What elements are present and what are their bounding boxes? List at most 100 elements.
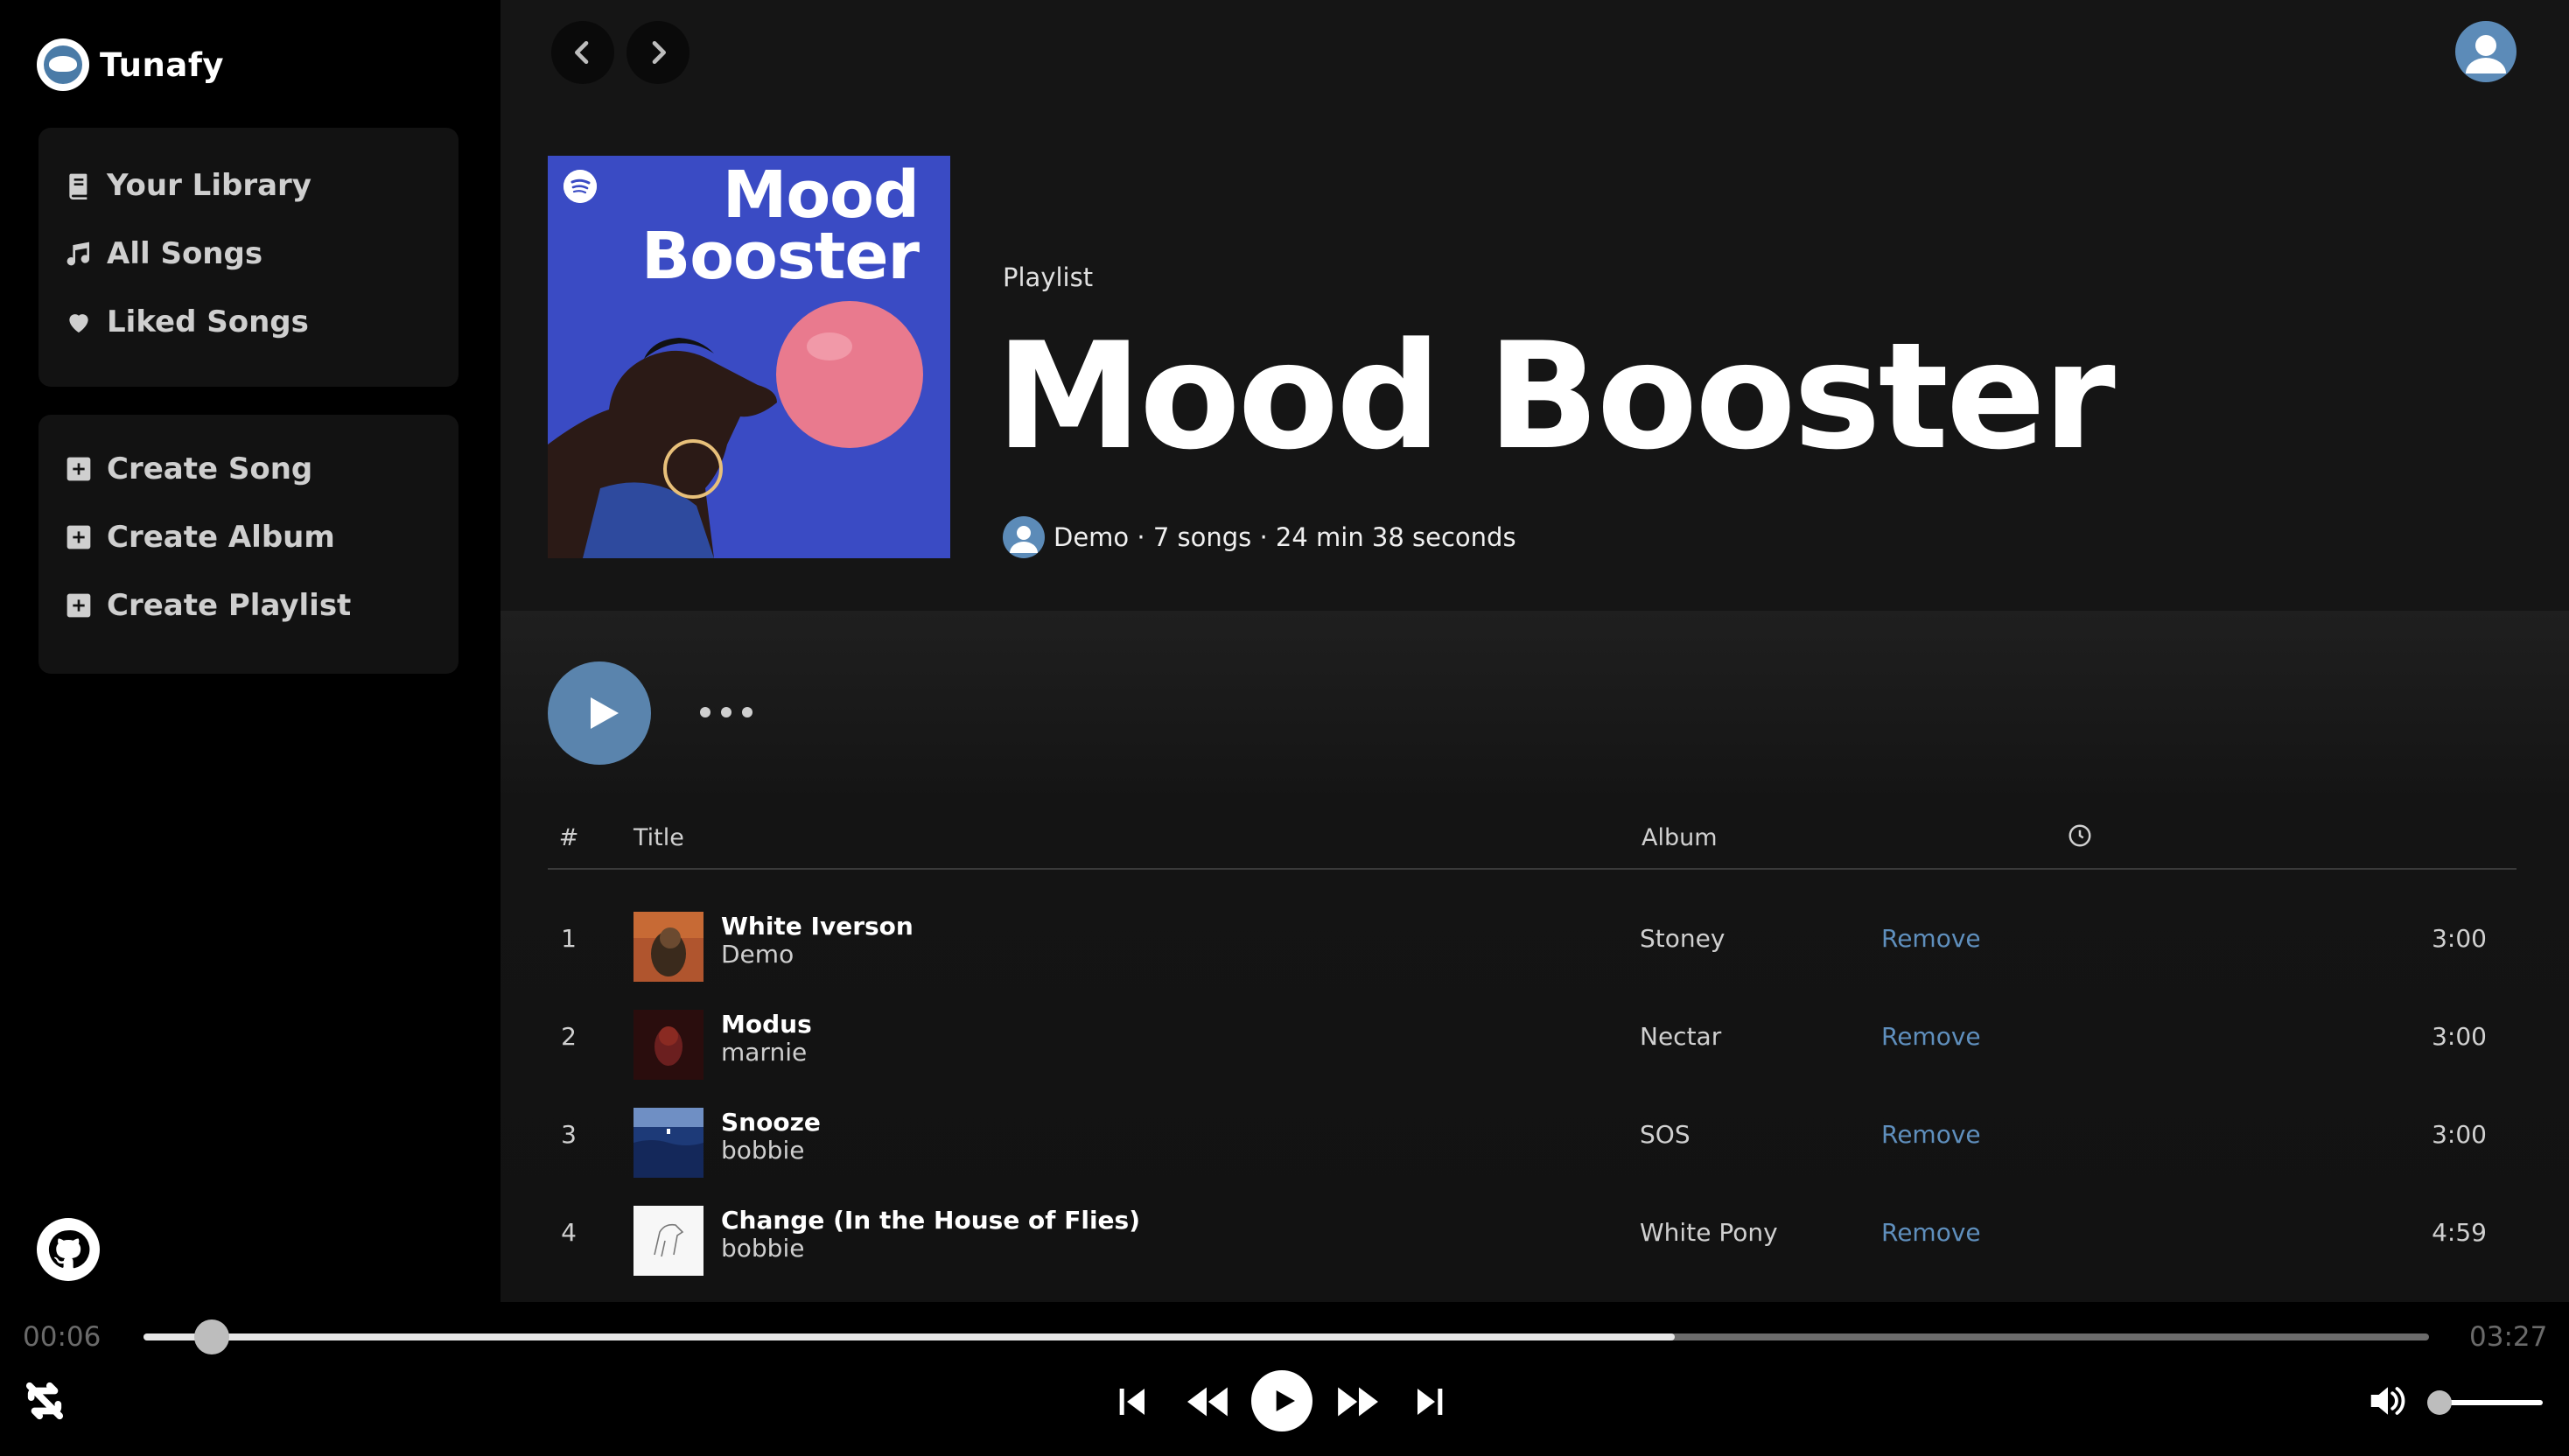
player-bar: 00:06 03:27 — [0, 1302, 2569, 1456]
dot — [700, 707, 710, 718]
sidebar-item-label: Create Playlist — [107, 588, 352, 623]
main-content: Mood Booster Playlist Mood Booster Demo … — [500, 0, 2569, 1302]
create-panel: Create Song Create Album Create Playlist — [38, 415, 458, 674]
sidebar-item-label: Your Library — [107, 168, 312, 203]
skip-next-button[interactable] — [1410, 1381, 1451, 1423]
app-logo[interactable]: Tunafy — [37, 38, 224, 91]
seek-buffered — [144, 1334, 1675, 1340]
owner-avatar-icon — [1003, 516, 1045, 558]
sidebar-item-create-song[interactable]: Create Song — [63, 452, 312, 486]
table-row[interactable]: 4 Change (In the House of Flies) bobbie … — [548, 1188, 2516, 1279]
track-album[interactable]: Stoney — [1640, 924, 1725, 953]
nav-panel: Your Library All Songs Liked Songs — [38, 128, 458, 387]
playlist-cover: Mood Booster — [548, 156, 950, 558]
track-artist[interactable]: bobbie — [721, 1136, 804, 1165]
track-number: 4 — [561, 1218, 577, 1247]
fast-forward-icon — [1338, 1387, 1378, 1417]
track-number: 1 — [561, 924, 577, 953]
current-time: 00:06 — [23, 1321, 102, 1353]
user-icon — [2466, 35, 2506, 74]
plus-square-icon — [63, 522, 94, 553]
play-icon — [591, 697, 619, 729]
volume-icon — [2370, 1387, 2405, 1415]
track-artist[interactable]: Demo — [721, 940, 794, 969]
repeat-off-button[interactable] — [24, 1381, 65, 1421]
track-artist[interactable]: bobbie — [721, 1234, 804, 1263]
tracklist-header: # Title Album — [548, 814, 2516, 870]
fast-forward-button[interactable] — [1334, 1381, 1384, 1423]
playlist-type-label: Playlist — [1003, 262, 1094, 292]
remove-button[interactable]: Remove — [1881, 1022, 1981, 1051]
track-duration: 4:59 — [2432, 1218, 2487, 1247]
sidebar-item-label: Create Album — [107, 520, 335, 555]
user-avatar[interactable] — [2455, 21, 2516, 82]
back-button[interactable] — [551, 21, 614, 84]
track-thumbnail — [634, 912, 704, 982]
playlist-header: Mood Booster Playlist Mood Booster Demo … — [500, 0, 2569, 611]
sidebar-item-create-playlist[interactable]: Create Playlist — [63, 588, 351, 623]
table-row[interactable]: 3 Snooze bobbie SOS Remove 3:00 — [548, 1090, 2516, 1181]
track-number: 3 — [561, 1120, 577, 1149]
total-time: 03:27 — [2469, 1321, 2548, 1353]
track-album[interactable]: SOS — [1640, 1120, 1690, 1149]
track-title[interactable]: Change (In the House of Flies) — [721, 1206, 1140, 1235]
sidebar-item-create-album[interactable]: Create Album — [63, 520, 335, 555]
cover-title-line: Booster — [640, 219, 920, 294]
skip-previous-button[interactable] — [1111, 1381, 1152, 1423]
clock-icon — [2067, 822, 2093, 855]
track-number: 2 — [561, 1022, 577, 1051]
repeat-off-icon — [25, 1382, 64, 1420]
play-pause-button[interactable] — [1251, 1370, 1312, 1432]
header-title: Title — [634, 824, 684, 851]
sidebar-item-label: Liked Songs — [107, 304, 309, 340]
playlist-meta: Demo · 7 songs · 24 min 38 seconds — [1003, 516, 1516, 558]
plus-square-icon — [63, 453, 94, 485]
track-duration: 3:00 — [2432, 1120, 2487, 1149]
skip-next-icon — [1418, 1389, 1443, 1415]
github-icon[interactable] — [37, 1218, 100, 1281]
remove-button[interactable]: Remove — [1881, 1120, 1981, 1149]
track-title[interactable]: White Iverson — [721, 912, 914, 941]
track-title[interactable]: Modus — [721, 1010, 812, 1039]
cover-title-line: Mood — [722, 158, 920, 233]
playlist-meta-text: Demo · 7 songs · 24 min 38 seconds — [1054, 522, 1516, 552]
volume-handle[interactable] — [2427, 1390, 2452, 1415]
header-number: # — [558, 824, 579, 851]
forward-button[interactable] — [626, 21, 690, 84]
dot — [742, 707, 752, 718]
play-playlist-button[interactable] — [548, 662, 651, 765]
table-row[interactable]: 1 White Iverson Demo Stoney Remove 3:00 — [548, 894, 2516, 985]
track-thumbnail — [634, 1010, 704, 1080]
track-album[interactable]: Nectar — [1640, 1022, 1721, 1051]
more-options-button[interactable] — [700, 693, 752, 732]
track-duration: 3:00 — [2432, 924, 2487, 953]
volume-button[interactable] — [2368, 1382, 2408, 1419]
sidebar-item-all-songs[interactable]: All Songs — [63, 236, 262, 271]
book-icon — [63, 170, 94, 201]
heart-icon — [63, 306, 94, 338]
spotify-icon — [564, 170, 597, 203]
sidebar-item-label: All Songs — [107, 236, 263, 271]
remove-button[interactable]: Remove — [1881, 1218, 1981, 1247]
sidebar-item-your-library[interactable]: Your Library — [63, 168, 312, 203]
seek-bar[interactable] — [144, 1320, 2429, 1354]
track-title[interactable]: Snooze — [721, 1108, 821, 1137]
music-note-icon — [63, 238, 94, 270]
rewind-icon — [1187, 1387, 1228, 1417]
volume-slider[interactable] — [2427, 1390, 2543, 1415]
rewind-button[interactable] — [1181, 1381, 1232, 1423]
track-thumbnail — [634, 1108, 704, 1178]
track-album[interactable]: White Pony — [1640, 1218, 1778, 1247]
sidebar-item-label: Create Song — [107, 452, 313, 486]
chevron-left-icon — [575, 41, 589, 64]
sidebar-item-liked-songs[interactable]: Liked Songs — [63, 304, 309, 340]
remove-button[interactable]: Remove — [1881, 924, 1981, 953]
play-icon — [1276, 1390, 1295, 1411]
header-album: Album — [1642, 824, 1718, 851]
skip-previous-icon — [1119, 1389, 1144, 1415]
seek-handle[interactable] — [194, 1320, 229, 1354]
track-artist[interactable]: marnie — [721, 1038, 807, 1067]
track-thumbnail — [634, 1206, 704, 1276]
cover-title: Mood Booster — [640, 158, 920, 294]
table-row[interactable]: 2 Modus marnie Nectar Remove 3:00 — [548, 992, 2516, 1083]
